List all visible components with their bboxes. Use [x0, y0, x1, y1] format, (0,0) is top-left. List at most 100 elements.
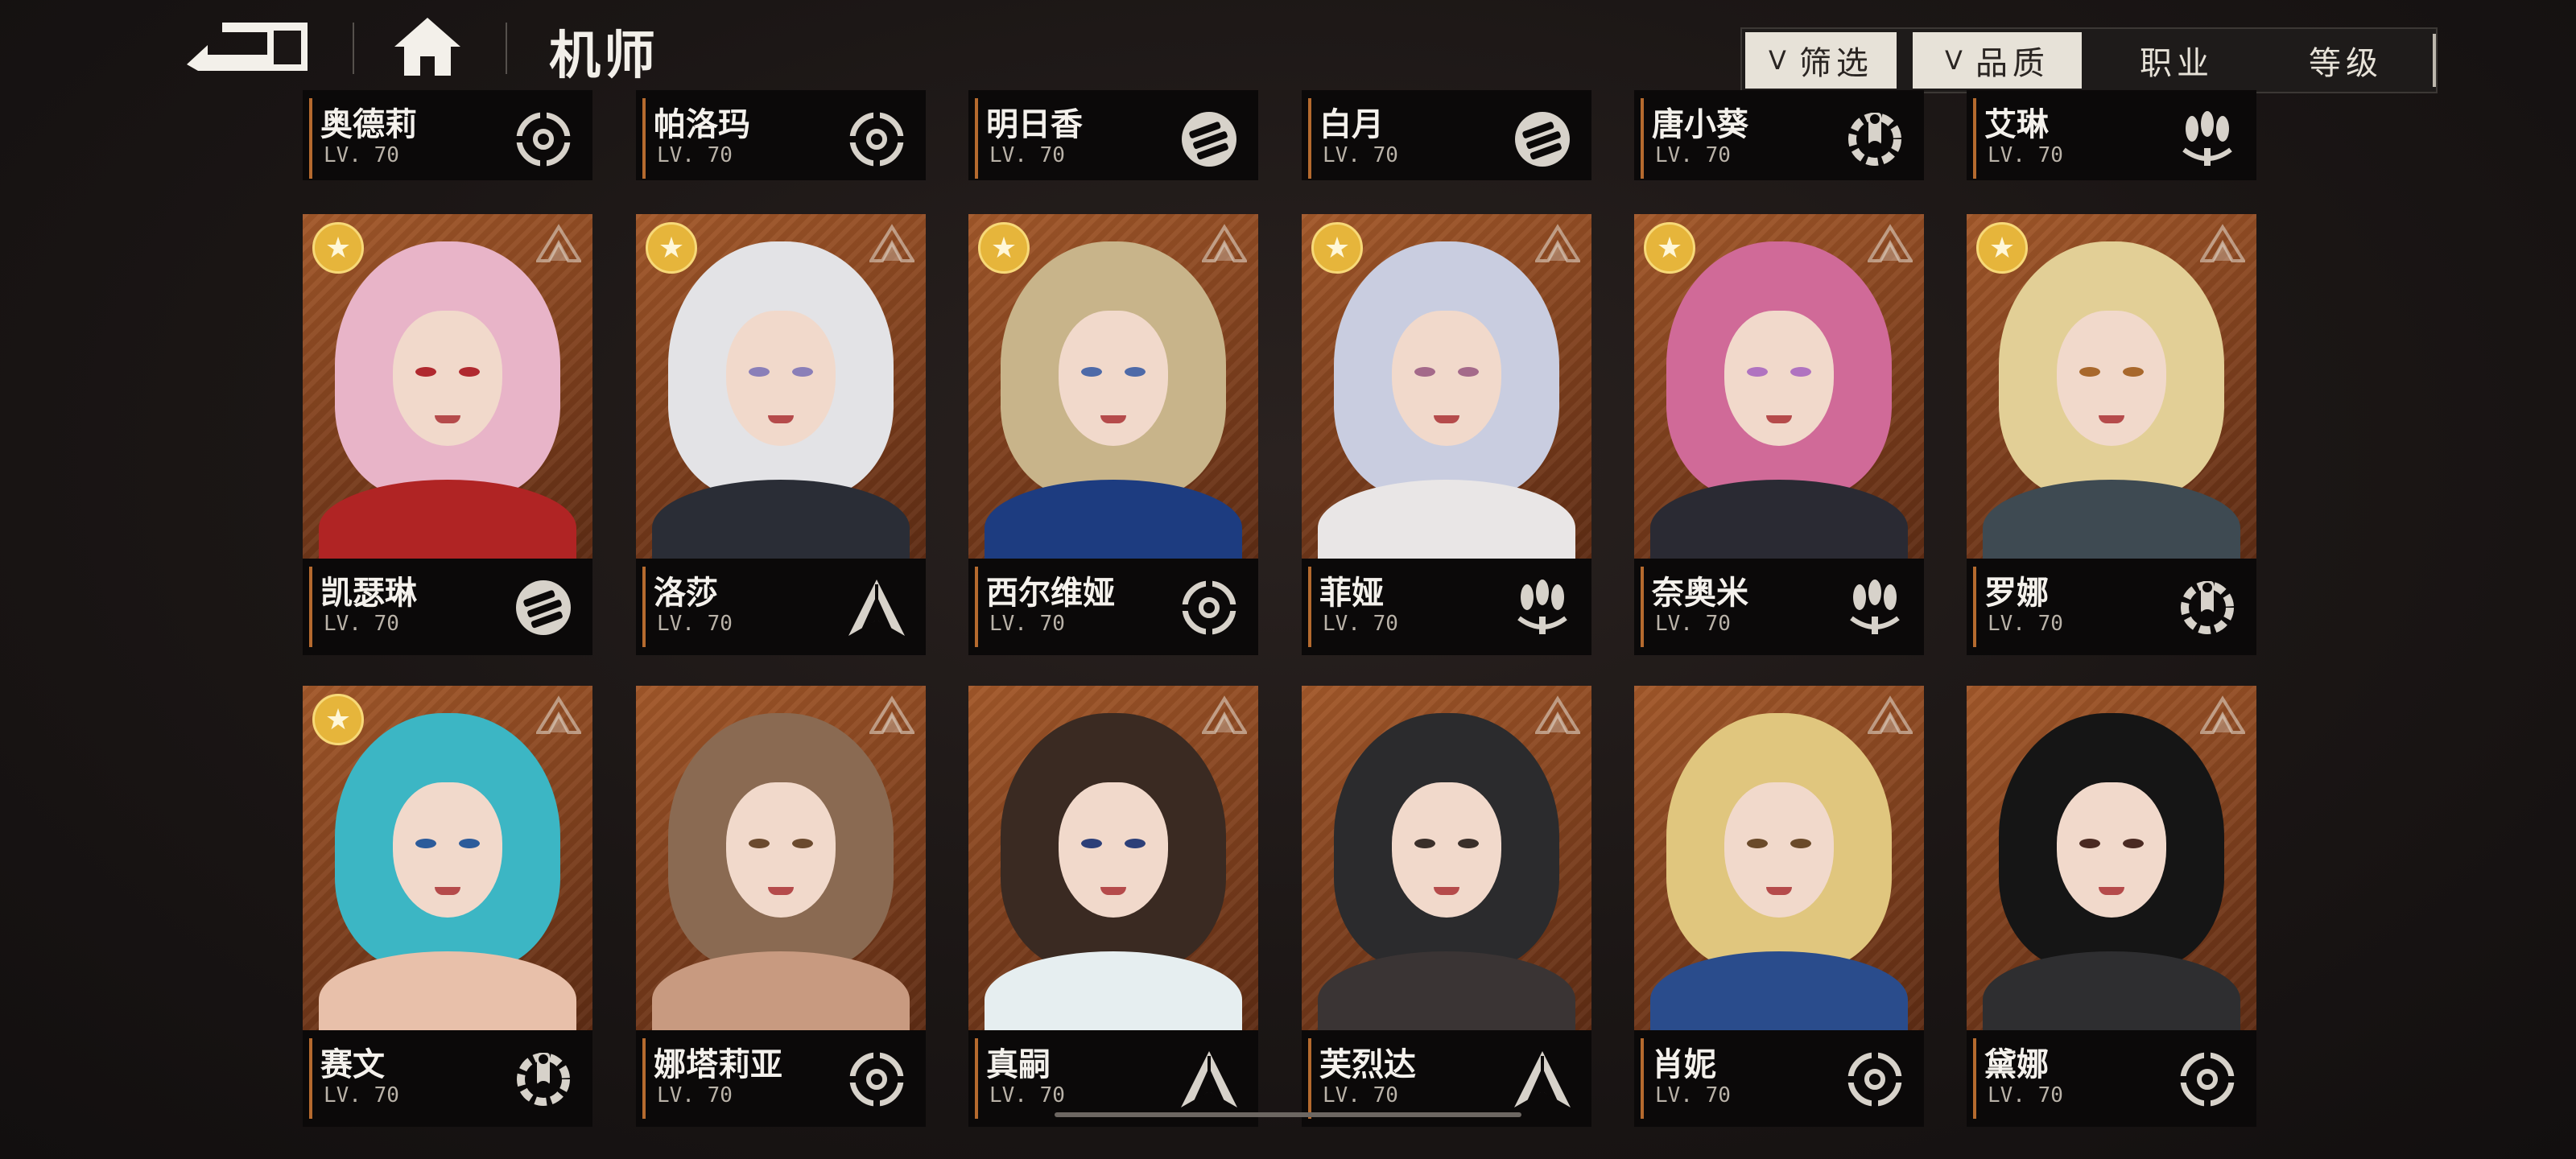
portrait-eye — [749, 367, 770, 377]
pilot-level: LV. 70 — [324, 143, 399, 167]
target-ring-icon — [1843, 1048, 1906, 1111]
pilot-card[interactable]: 肖妮 LV. 70 — [1634, 686, 1924, 1127]
card-edge-stripe — [309, 1038, 312, 1119]
portrait-eye — [2123, 839, 2144, 848]
class-sort-button[interactable]: 职业 — [2096, 32, 2257, 89]
pilot-card[interactable]: 帕洛玛 LV. 70 — [636, 90, 926, 180]
pilot-level: LV. 70 — [1655, 143, 1731, 167]
scroll-indicator[interactable] — [1055, 1112, 1521, 1117]
level-sort-button[interactable]: 等级 — [2265, 32, 2426, 89]
pilot-info: 西尔维娅 LV. 70 — [968, 559, 1258, 655]
filter-button[interactable]: V 筛选 — [1745, 32, 1897, 89]
portrait-face — [1059, 311, 1168, 446]
pilot-card[interactable]: ★ 凯瑟琳 LV. 70 — [303, 214, 592, 655]
card-edge-stripe — [642, 1038, 646, 1119]
filter-bar-edge — [2433, 34, 2436, 87]
pilot-card[interactable]: 芙烈达 LV. 70 — [1302, 686, 1591, 1127]
card-edge-stripe — [975, 98, 978, 179]
target-ring-icon — [845, 1048, 908, 1111]
pilot-portrait: ★ — [636, 214, 926, 576]
quality-sort-button[interactable]: V 品质 — [1913, 32, 2082, 89]
wrench-gear-icon — [1843, 108, 1906, 171]
wrench-gear-icon — [512, 1048, 575, 1111]
portrait-lips — [1100, 887, 1126, 895]
pilot-card[interactable]: ★ 赛文 LV. 70 — [303, 686, 592, 1127]
portrait-eye — [1458, 367, 1479, 377]
portrait-eye — [1790, 839, 1811, 848]
pilot-level: LV. 70 — [989, 143, 1065, 167]
card-edge-stripe — [642, 567, 646, 647]
pilot-name: 肖妮 — [1652, 1046, 1716, 1083]
pilot-info: 娜塔莉亚 LV. 70 — [636, 1030, 926, 1127]
target-ring-icon — [2176, 1048, 2239, 1111]
pilot-level: LV. 70 — [1988, 143, 2063, 167]
pilot-card[interactable]: 奥德莉 LV. 70 — [303, 90, 592, 180]
pilot-card[interactable]: 白月 LV. 70 — [1302, 90, 1591, 180]
portrait-lips — [2099, 415, 2124, 423]
pilot-level: LV. 70 — [1323, 143, 1398, 167]
pilot-card[interactable]: ★ 罗娜 LV. 70 — [1967, 214, 2256, 655]
triple-missile-icon — [2176, 108, 2239, 171]
rank-emblem-icon — [868, 695, 916, 736]
portrait-lips — [768, 415, 794, 423]
card-edge-stripe — [1973, 567, 1976, 647]
portrait-eye — [1458, 839, 1479, 848]
rank-emblem-icon — [2198, 224, 2247, 264]
arrowhead-icon — [1511, 1048, 1574, 1111]
portrait-eye — [1125, 367, 1146, 377]
portrait-face — [393, 782, 502, 918]
pilot-card[interactable]: 黛娜 LV. 70 — [1967, 686, 2256, 1127]
chevron-down-icon: V — [1945, 45, 1967, 76]
filter-bar: V 筛选 V 品质 职业 等级 — [1740, 27, 2438, 93]
pilot-card[interactable]: 娜塔莉亚 LV. 70 — [636, 686, 926, 1127]
card-edge-stripe — [1308, 567, 1311, 647]
pilot-info: 明日香 LV. 70 — [968, 90, 1258, 180]
rank-emblem-icon — [535, 224, 583, 264]
wrench-gear-icon — [2176, 576, 2239, 639]
rank-emblem-icon — [1866, 695, 1914, 736]
pilot-level: LV. 70 — [1323, 612, 1398, 636]
pilot-level: LV. 70 — [1655, 612, 1731, 636]
pilot-info: 唐小葵 LV. 70 — [1634, 90, 1924, 180]
portrait-eye — [415, 367, 436, 377]
pilot-name: 唐小葵 — [1652, 106, 1748, 143]
portrait-eye — [2123, 367, 2144, 377]
pilot-name: 芙烈达 — [1319, 1046, 1416, 1083]
portrait-face — [2057, 782, 2166, 918]
pilot-card[interactable]: 艾琳 LV. 70 — [1967, 90, 2256, 180]
pilot-info: 帕洛玛 LV. 70 — [636, 90, 926, 180]
pilot-level: LV. 70 — [657, 143, 733, 167]
portrait-eye — [749, 839, 770, 848]
pilot-card[interactable]: ★ 西尔维娅 LV. 70 — [968, 214, 1258, 655]
quality-label: 品质 — [1975, 45, 2050, 82]
portrait-eye — [1747, 839, 1768, 848]
pilot-info: 罗娜 LV. 70 — [1967, 559, 2256, 655]
portrait-eye — [2079, 839, 2100, 848]
pilot-card[interactable]: ★ 菲娅 LV. 70 — [1302, 214, 1591, 655]
pilot-level: LV. 70 — [324, 1083, 399, 1107]
card-edge-stripe — [642, 98, 646, 179]
pilot-name: 洛莎 — [654, 575, 718, 612]
portrait-lips — [435, 415, 460, 423]
pilot-card[interactable]: 明日香 LV. 70 — [968, 90, 1258, 180]
portrait-lips — [435, 887, 460, 895]
pilot-name: 菲娅 — [1319, 575, 1384, 612]
class-label: 职业 — [2140, 45, 2214, 82]
rank-emblem-icon — [1534, 695, 1582, 736]
rank-emblem-icon — [535, 695, 583, 736]
pilot-portrait — [1967, 686, 2256, 1048]
portrait-eye — [792, 367, 813, 377]
header-divider — [353, 23, 354, 74]
pilot-card[interactable]: ★ 奈奥米 LV. 70 — [1634, 214, 1924, 655]
pilot-card[interactable]: 唐小葵 LV. 70 — [1634, 90, 1924, 180]
arrowhead-icon — [1178, 1048, 1241, 1111]
home-button[interactable] — [391, 13, 464, 79]
pilot-card[interactable]: 真嗣 LV. 70 — [968, 686, 1258, 1127]
back-button[interactable] — [179, 18, 316, 74]
portrait-lips — [1766, 887, 1792, 895]
pilot-info: 菲娅 LV. 70 — [1302, 559, 1591, 655]
pilot-portrait: ★ — [1634, 214, 1924, 576]
card-edge-stripe — [1308, 98, 1311, 179]
pilot-name: 奥德莉 — [320, 106, 417, 143]
pilot-card[interactable]: ★ 洛莎 LV. 70 — [636, 214, 926, 655]
